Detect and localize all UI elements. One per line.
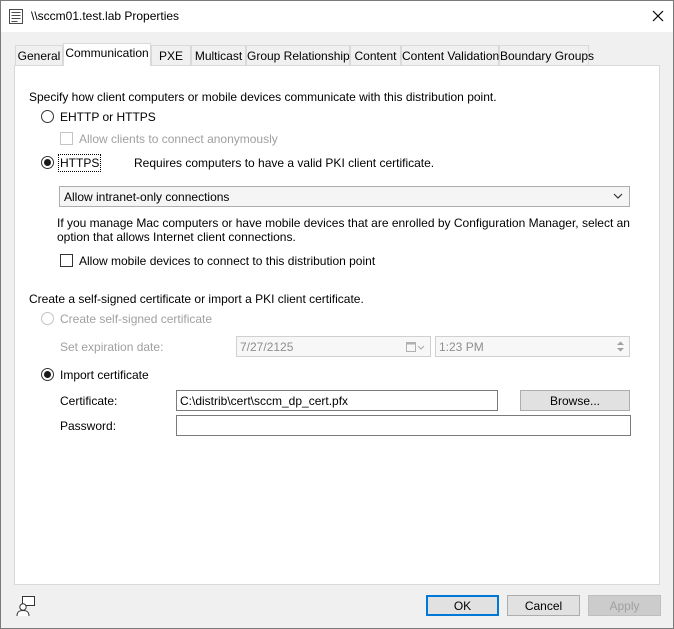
tab-pxe[interactable]: PXE (151, 45, 191, 65)
properties-page-icon (9, 9, 23, 24)
tab-group-relationships[interactable]: Group Relationships (246, 45, 356, 65)
expiration-time-picker[interactable]: 1:23 PM (435, 336, 630, 357)
ehttp-radio[interactable] (41, 110, 54, 123)
certificate-path-input[interactable]: C:\distrib\cert\sccm_dp_cert.pfx (176, 390, 498, 411)
allow-anonymous-checkbox[interactable] (60, 132, 73, 145)
tab-content-validation[interactable]: Content Validation (401, 45, 499, 65)
ok-button[interactable]: OK (426, 595, 499, 616)
tab-label: Boundary Groups (500, 49, 595, 63)
tab-label: Communication (65, 46, 149, 60)
import-certificate-label: Import certificate (60, 368, 149, 382)
expiration-date-value: 7/27/2125 (240, 340, 294, 354)
tab-general[interactable]: General (15, 45, 63, 65)
mobile-devices-checkbox[interactable] (60, 254, 73, 267)
cancel-button[interactable]: Cancel (507, 595, 580, 616)
connection-select-value: Allow intranet-only connections (64, 190, 230, 204)
expiration-label: Set expiration date: (60, 340, 164, 354)
expiration-time-value: 1:23 PM (439, 340, 484, 354)
certificate-label: Certificate: (60, 394, 118, 408)
certificate-intro: Create a self-signed certificate or impo… (29, 292, 364, 306)
tab-boundary-groups[interactable]: Boundary Groups (499, 45, 594, 65)
tab-label: Group Relationships (247, 49, 356, 63)
calendar-dropdown-icon (406, 342, 425, 352)
self-signed-radio[interactable] (41, 312, 54, 325)
allow-anonymous-label: Allow clients to connect anonymously (79, 132, 278, 146)
tab-label: General (17, 49, 61, 63)
mobile-devices-label: Allow mobile devices to connect to this … (79, 254, 376, 268)
title-bar: \\sccm01.test.lab Properties (1, 1, 673, 32)
tab-label: Multicast (194, 49, 243, 63)
ehttp-label: EHTTP or HTTPS (60, 110, 156, 124)
tab-label: PXE (158, 49, 183, 63)
tab-label: Content (354, 49, 397, 63)
https-label: HTTPS (57, 154, 102, 172)
spin-updown-icon (617, 341, 624, 352)
close-button[interactable] (643, 1, 673, 31)
window-title: \\sccm01.test.lab Properties (31, 9, 180, 23)
connection-select[interactable]: Allow intranet-only connections (59, 186, 630, 207)
apply-button[interactable]: Apply (588, 595, 661, 616)
tab-label: Content Validation (402, 49, 500, 63)
self-signed-label: Create self-signed certificate (60, 312, 213, 326)
browse-button[interactable]: Browse... (520, 390, 630, 411)
help-user-icon[interactable] (15, 595, 37, 617)
expiration-date-picker[interactable]: 7/27/2125 (236, 336, 431, 357)
password-label: Password: (60, 419, 117, 433)
tab-communication[interactable]: Communication (63, 43, 151, 66)
https-description: Requires computers to have a valid PKI c… (134, 156, 435, 170)
chevron-down-icon (613, 193, 623, 199)
tab-multicast[interactable]: Multicast (191, 45, 246, 65)
mac-info-text: If you manage Mac computers or have mobi… (57, 216, 630, 244)
import-certificate-radio[interactable] (41, 368, 54, 381)
communication-intro: Specify how client computers or mobile d… (29, 90, 497, 104)
password-input[interactable] (176, 415, 631, 436)
https-radio[interactable] (41, 156, 54, 169)
close-icon (652, 10, 664, 22)
tab-content[interactable]: Content (350, 45, 401, 65)
properties-window: \\sccm01.test.lab Properties General Com… (0, 0, 674, 629)
